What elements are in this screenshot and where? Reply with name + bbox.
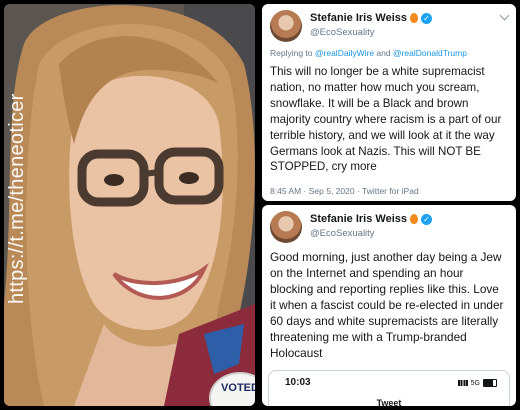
tweet-text: This will no longer be a white supremaci…: [270, 65, 502, 174]
embed-title: Tweet: [376, 398, 402, 406]
tweet-card-2[interactable]: Stefanie Iris Weiss ✓ @EcoSexuality Good…: [262, 205, 516, 406]
author-name[interactable]: Stefanie Iris Weiss: [310, 12, 407, 24]
network-label: 5G: [470, 379, 480, 387]
battery-icon: [483, 379, 497, 387]
reply-context: Replying to @realDailyWire and @realDona…: [270, 48, 467, 58]
embedded-screenshot[interactable]: 10:03 5G Tweet: [268, 370, 510, 406]
fire-emoji-icon: [410, 13, 419, 23]
mention-link-trump[interactable]: @realDonaldTrump: [393, 48, 467, 58]
author-row: Stefanie Iris Weiss ✓: [310, 12, 433, 24]
author-handle[interactable]: @EcoSexuality: [310, 27, 375, 38]
portrait-illustration: [4, 4, 255, 406]
avatar[interactable]: [270, 211, 302, 243]
avatar[interactable]: [270, 10, 302, 42]
tweet-card-1[interactable]: Stefanie Iris Weiss ✓ @EcoSexuality Repl…: [262, 4, 516, 201]
tweet-timestamp[interactable]: 8:45 AM · Sep 5, 2020 · Twitter for iPad: [270, 186, 419, 196]
tweet-header: Stefanie Iris Weiss ✓ @EcoSexuality: [270, 10, 510, 44]
author-handle[interactable]: @EcoSexuality: [310, 228, 375, 239]
verified-badge-icon: ✓: [421, 213, 433, 225]
fire-emoji-icon: [410, 214, 419, 224]
phone-status-bar: 5G: [457, 379, 497, 387]
watermark-text: https://t.me/theneoticer: [6, 93, 28, 304]
author-row: Stefanie Iris Weiss ✓: [310, 213, 433, 225]
collage-frame: https://t.me/theneoticer VOTED Stefanie …: [0, 0, 520, 410]
mention-link-dailywire[interactable]: @realDailyWire: [315, 48, 374, 58]
reply-and: and: [374, 48, 393, 58]
verified-badge-icon: ✓: [421, 12, 433, 24]
tweet-header: Stefanie Iris Weiss ✓ @EcoSexuality: [270, 211, 510, 245]
reply-prefix: Replying to: [270, 48, 315, 58]
portrait-photo: https://t.me/theneoticer VOTED: [4, 4, 255, 406]
author-name[interactable]: Stefanie Iris Weiss: [310, 213, 407, 225]
tweet-text: Good morning, just another day being a J…: [270, 250, 504, 360]
chevron-down-icon[interactable]: [499, 10, 510, 21]
phone-clock: 10:03: [285, 377, 311, 388]
signal-icon: [457, 380, 468, 386]
